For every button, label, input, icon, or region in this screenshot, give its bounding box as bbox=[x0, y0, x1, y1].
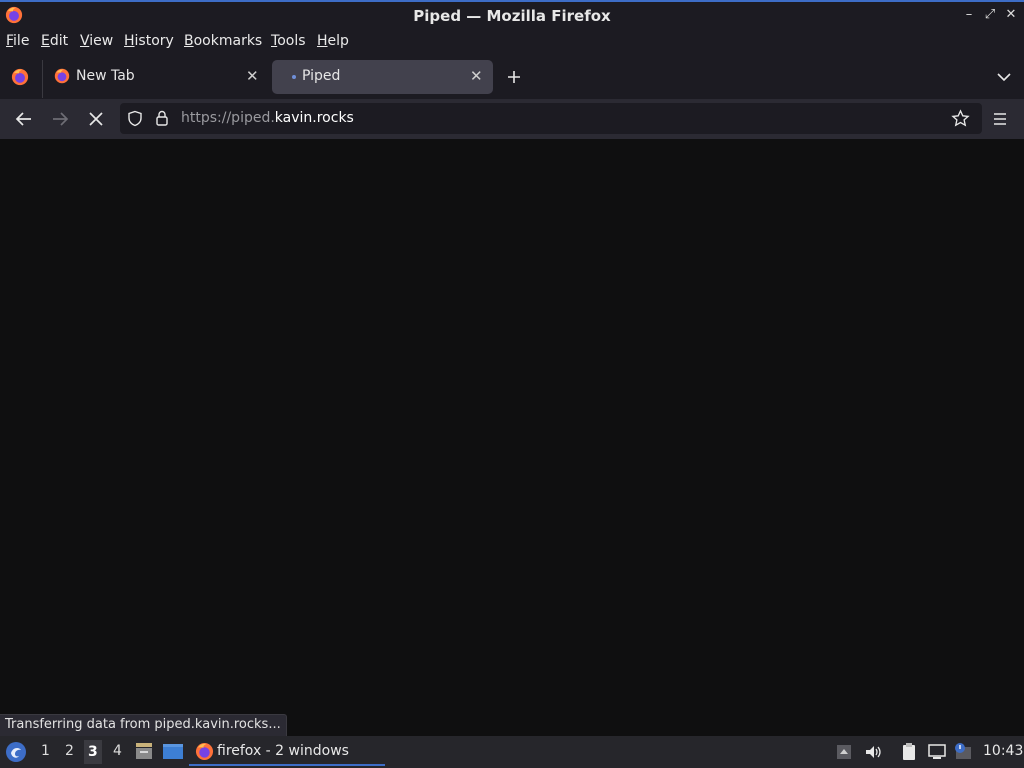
hamburger-menu-icon[interactable] bbox=[992, 111, 1008, 127]
tab-bar: New Tab ✕ Piped ✕ bbox=[0, 54, 1024, 99]
lock-icon[interactable] bbox=[155, 109, 169, 127]
workspace-2[interactable]: 2 bbox=[65, 743, 74, 759]
menu-bookmarks[interactable]: Bookmarks bbox=[184, 33, 262, 49]
menu-bar: File Edit View History Bookmarks Tools H… bbox=[0, 29, 1024, 54]
workspace-3[interactable]: 3 bbox=[84, 740, 102, 764]
url-scheme: https://piped. bbox=[181, 110, 275, 126]
menu-edit[interactable]: Edit bbox=[41, 33, 68, 49]
window-title: Piped — Mozilla Firefox bbox=[413, 7, 611, 25]
window-titlebar: Piped — Mozilla Firefox – ⤢ ✕ bbox=[0, 0, 1024, 29]
menu-tools[interactable]: Tools bbox=[271, 33, 306, 49]
url-host: kavin.rocks bbox=[274, 110, 354, 126]
taskbar: 1 2 3 4 firefox - 2 windows 10:43 bbox=[0, 736, 1024, 768]
url-bar[interactable]: https://piped.kavin.rocks bbox=[120, 103, 982, 134]
minimize-button[interactable]: – bbox=[962, 8, 976, 22]
firefox-icon bbox=[195, 742, 214, 761]
new-tab-plus-icon[interactable] bbox=[506, 69, 522, 85]
tab-label: Piped bbox=[302, 68, 341, 84]
clipboard-icon[interactable] bbox=[899, 742, 919, 762]
forward-arrow-icon[interactable] bbox=[48, 107, 72, 131]
status-panel: Transferring data from piped.kavin.rocks… bbox=[0, 714, 287, 736]
menu-file[interactable]: File bbox=[6, 33, 29, 49]
show-desktop-icon[interactable] bbox=[162, 742, 184, 762]
close-tab-icon[interactable]: ✕ bbox=[470, 67, 483, 85]
notification-info-icon[interactable] bbox=[953, 742, 973, 762]
menu-history[interactable]: History bbox=[124, 33, 174, 49]
url-text[interactable]: https://piped.kavin.rocks bbox=[181, 110, 354, 126]
clock: 10:43 bbox=[983, 743, 1024, 759]
firefox-view-icon[interactable] bbox=[11, 68, 29, 86]
list-all-tabs-chevron-down-icon[interactable] bbox=[996, 71, 1012, 83]
volume-speaker-icon[interactable] bbox=[863, 742, 883, 762]
tracking-protection-shield-icon[interactable] bbox=[127, 110, 143, 127]
file-manager-icon[interactable] bbox=[134, 741, 154, 761]
bookmark-star-icon[interactable] bbox=[951, 109, 970, 128]
firefox-icon bbox=[54, 68, 70, 84]
tab-label: New Tab bbox=[76, 68, 135, 84]
close-window-button[interactable]: ✕ bbox=[1004, 8, 1018, 22]
taskbar-firefox-button[interactable]: firefox - 2 windows bbox=[189, 738, 385, 766]
workspace-1[interactable]: 1 bbox=[41, 743, 50, 759]
start-menu-icon[interactable] bbox=[5, 741, 27, 763]
network-monitor-icon[interactable] bbox=[927, 742, 947, 762]
page-content-area[interactable] bbox=[0, 139, 1024, 736]
navigation-toolbar: https://piped.kavin.rocks bbox=[0, 99, 1024, 139]
workspace-4[interactable]: 4 bbox=[113, 743, 122, 759]
taskbar-firefox-label: firefox - 2 windows bbox=[217, 743, 349, 759]
stop-loading-x-icon[interactable] bbox=[84, 107, 108, 131]
close-tab-icon[interactable]: ✕ bbox=[246, 67, 259, 85]
back-arrow-icon[interactable] bbox=[12, 107, 36, 131]
tab-divider bbox=[42, 60, 43, 98]
tab-new-tab[interactable]: New Tab ✕ bbox=[48, 60, 268, 94]
menu-help[interactable]: Help bbox=[317, 33, 349, 49]
tray-expand-up-icon[interactable] bbox=[834, 742, 854, 762]
maximize-button[interactable]: ⤢ bbox=[983, 8, 997, 22]
tab-piped[interactable]: Piped ✕ bbox=[272, 60, 493, 94]
loading-dot-icon bbox=[292, 75, 296, 79]
menu-view[interactable]: View bbox=[80, 33, 113, 49]
